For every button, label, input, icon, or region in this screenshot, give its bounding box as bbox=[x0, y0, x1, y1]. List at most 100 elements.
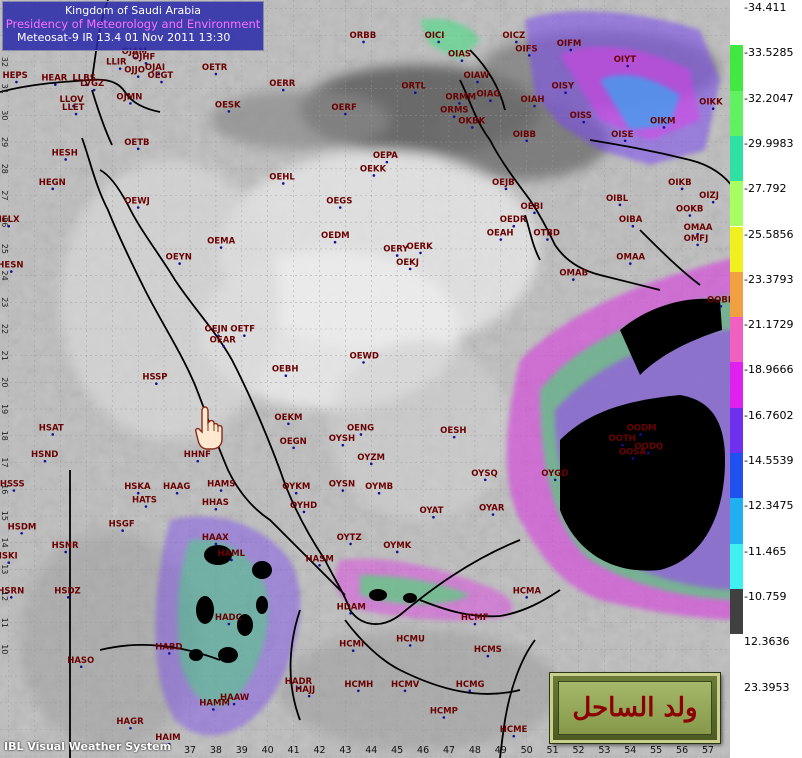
station-label[interactable]: OEGN bbox=[280, 437, 307, 447]
station-label[interactable]: HCMV bbox=[391, 680, 420, 690]
station-label[interactable]: HCMG bbox=[456, 680, 485, 690]
station-label[interactable]: OEMA bbox=[207, 237, 235, 247]
station-label[interactable]: OESK bbox=[215, 100, 241, 110]
station-label[interactable]: HAGR bbox=[116, 717, 144, 727]
station-label[interactable]: OKBK bbox=[458, 116, 485, 126]
station-label[interactable]: HADC bbox=[215, 613, 242, 623]
station-label[interactable]: OEHL bbox=[269, 172, 295, 182]
station-label[interactable]: OMAA bbox=[684, 223, 713, 233]
station-label[interactable]: HCME bbox=[500, 725, 528, 735]
station-label[interactable]: OIBB bbox=[513, 130, 536, 140]
station-label[interactable]: HDAM bbox=[337, 602, 366, 612]
station-label[interactable]: OEBI bbox=[520, 202, 543, 212]
station-label[interactable]: HSKI bbox=[0, 552, 18, 562]
station-label[interactable]: HCMA bbox=[513, 586, 542, 596]
station-label[interactable]: HEGN bbox=[39, 178, 66, 188]
station-label[interactable]: HEAR bbox=[41, 74, 67, 84]
station-label[interactable]: ORMM bbox=[445, 92, 476, 102]
station-label[interactable]: OOKB bbox=[676, 205, 704, 215]
station-label[interactable]: OEWD bbox=[350, 351, 379, 361]
station-label[interactable]: OIBA bbox=[619, 215, 643, 225]
station-label[interactable]: OMAB bbox=[559, 269, 588, 279]
station-label[interactable]: HSNR bbox=[52, 541, 79, 551]
station-label[interactable]: OYZM bbox=[357, 453, 385, 463]
station-label[interactable]: OEKK bbox=[360, 164, 387, 174]
station-label[interactable]: HSGF bbox=[109, 520, 135, 530]
satellite-map[interactable]: OJAMOJHFOJAI OETROJJOOEGTLLIRHEAR LLBSHEPS… bbox=[0, 0, 742, 758]
station-label[interactable]: HSDM bbox=[8, 522, 37, 532]
station-label[interactable]: OYMB bbox=[365, 482, 393, 492]
station-label[interactable]: OICZ bbox=[502, 31, 525, 41]
station-label[interactable]: OIFS bbox=[515, 44, 537, 54]
station-label[interactable]: OYTZ bbox=[337, 533, 362, 543]
station-label[interactable]: OERY bbox=[383, 245, 409, 255]
station-label[interactable]: OEDR bbox=[500, 215, 527, 225]
station-label[interactable]: OEKJ bbox=[396, 258, 419, 268]
station-label[interactable]: HABD bbox=[155, 642, 182, 652]
station-label[interactable]: HCMI bbox=[339, 640, 364, 650]
station-label[interactable]: HSKA bbox=[124, 482, 151, 492]
station-label[interactable]: HAMM bbox=[199, 698, 230, 708]
station-label[interactable]: HSSP bbox=[142, 373, 167, 383]
station-label[interactable]: OYSH bbox=[329, 434, 355, 444]
station-label[interactable]: ORTL bbox=[401, 82, 426, 92]
station-label[interactable]: OOSA bbox=[619, 447, 647, 457]
station-label[interactable]: OIYT bbox=[614, 55, 637, 65]
station-label[interactable]: OEBH bbox=[272, 365, 299, 375]
station-label[interactable]: OISS bbox=[570, 111, 592, 121]
station-label[interactable]: OIAS bbox=[448, 50, 471, 60]
station-label[interactable]: LLET bbox=[62, 103, 85, 113]
station-label[interactable]: OIAW bbox=[463, 71, 490, 81]
station-label[interactable]: OYMK bbox=[383, 541, 412, 551]
station-label[interactable]: OEKM bbox=[274, 413, 302, 423]
station-label[interactable]: OEPA bbox=[373, 151, 398, 161]
station-label[interactable]: OJMN bbox=[116, 92, 142, 102]
station-label[interactable]: OIKB bbox=[668, 178, 691, 188]
station-label[interactable]: OIKK bbox=[699, 98, 723, 108]
station-label[interactable]: OEJB bbox=[492, 178, 515, 188]
station-label[interactable]: OOTH bbox=[609, 434, 636, 444]
station-label[interactable]: OMFJ bbox=[684, 234, 709, 244]
station-label[interactable]: OICI bbox=[425, 31, 445, 41]
station-label[interactable]: OTBD bbox=[533, 229, 560, 239]
station-label[interactable]: OETR bbox=[202, 63, 228, 73]
station-label[interactable]: OEAR bbox=[210, 335, 237, 345]
station-label[interactable]: HCMU bbox=[396, 634, 425, 644]
station-label[interactable]: OODM bbox=[627, 423, 657, 433]
station-label[interactable]: HCMH bbox=[344, 680, 373, 690]
station-label[interactable]: OERF bbox=[331, 103, 357, 113]
station-label[interactable]: OISY bbox=[552, 82, 576, 92]
station-label[interactable]: ORMS bbox=[440, 106, 468, 116]
station-label[interactable]: OJHF bbox=[132, 52, 156, 62]
station-label[interactable]: OIBL bbox=[606, 194, 629, 204]
station-label[interactable]: HAAX bbox=[202, 533, 229, 543]
station-label[interactable]: OEWJ bbox=[124, 197, 150, 207]
station-label[interactable]: ORBB bbox=[350, 31, 377, 41]
station-label[interactable]: OEDM bbox=[321, 231, 350, 241]
station-label[interactable]: OERK bbox=[407, 242, 434, 252]
station-label[interactable]: HATS bbox=[132, 496, 157, 506]
station-label[interactable]: OYSN bbox=[329, 480, 355, 490]
station-label[interactable]: HCMP bbox=[430, 706, 458, 716]
station-label[interactable]: HHNF bbox=[184, 450, 211, 460]
station-label[interactable]: OIAG bbox=[476, 90, 500, 100]
station-label[interactable]: OEAH bbox=[487, 229, 514, 239]
station-label[interactable]: OYKM bbox=[282, 482, 310, 492]
station-label[interactable]: OIKM bbox=[650, 116, 675, 126]
station-label[interactable]: OETB bbox=[124, 138, 149, 148]
station-label[interactable]: HHAS bbox=[202, 498, 229, 508]
station-label[interactable]: OIFM bbox=[557, 39, 582, 49]
station-label[interactable]: HCMF bbox=[461, 613, 489, 623]
station-label[interactable]: HSND bbox=[31, 450, 58, 460]
station-label[interactable]: OENG bbox=[347, 423, 374, 433]
station-label[interactable]: OIZJ bbox=[699, 191, 719, 201]
station-label[interactable]: HASM bbox=[306, 554, 334, 564]
station-label[interactable]: OYSQ bbox=[471, 469, 497, 479]
station-label[interactable]: OYGD bbox=[541, 469, 568, 479]
station-label[interactable]: HESN bbox=[0, 261, 23, 271]
station-label[interactable]: HASO bbox=[67, 656, 94, 666]
station-label[interactable]: HEPS bbox=[2, 71, 27, 81]
station-label[interactable]: HCMS bbox=[474, 645, 502, 655]
station-label[interactable]: HAAG bbox=[163, 482, 190, 492]
station-label[interactable]: HAMS bbox=[207, 480, 235, 490]
